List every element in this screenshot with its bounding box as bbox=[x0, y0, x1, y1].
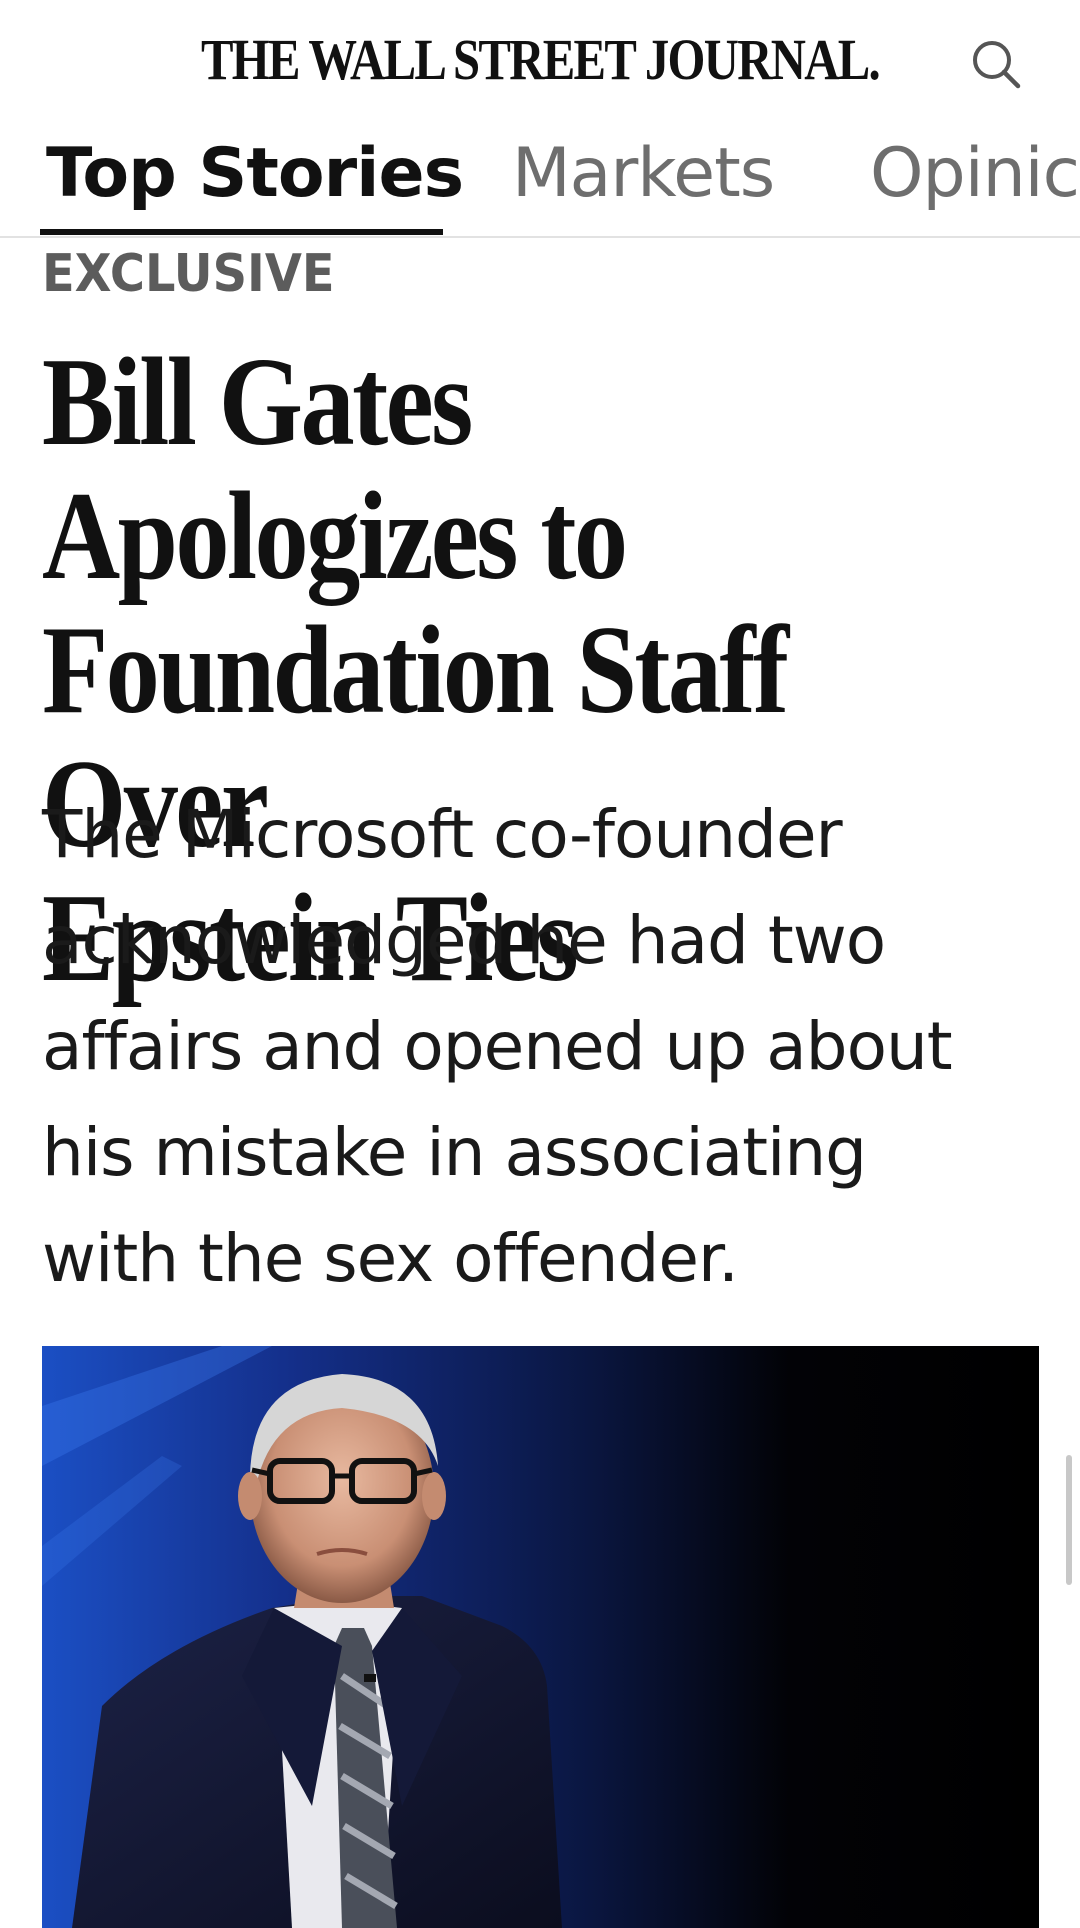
summary-line: acknowledged he had two bbox=[42, 902, 886, 979]
summary-line: his mistake in associating bbox=[42, 1114, 867, 1191]
tab-top-stories[interactable]: Top Stories bbox=[46, 132, 464, 236]
kicker-label: EXCLUSIVE bbox=[42, 244, 335, 304]
headline-line: Bill Gates Apologizes to bbox=[42, 333, 628, 606]
masthead-logo[interactable]: THE WALL STREET JOURNAL. bbox=[86, 26, 993, 93]
section-tabs: Top Stories Markets Opinic bbox=[0, 132, 1080, 238]
tab-markets[interactable]: Markets bbox=[512, 132, 775, 236]
top-bar: THE WALL STREET JOURNAL. bbox=[0, 0, 1080, 130]
portrait-illustration bbox=[42, 1346, 1039, 1928]
summary-line: with the sex offender. bbox=[42, 1220, 739, 1297]
tab-opinion[interactable]: Opinic bbox=[870, 132, 1080, 236]
scrollbar[interactable] bbox=[1066, 1455, 1072, 1585]
article-photo[interactable] bbox=[42, 1346, 1039, 1928]
summary-line: affairs and opened up about bbox=[42, 1008, 953, 1085]
active-tab-indicator bbox=[40, 229, 443, 235]
search-icon bbox=[973, 41, 1021, 89]
summary-line: The Microsoft co-founder bbox=[42, 796, 843, 873]
search-button[interactable] bbox=[966, 34, 1026, 94]
article-summary: The Microsoft co-founder acknowledged he… bbox=[42, 782, 1052, 1312]
